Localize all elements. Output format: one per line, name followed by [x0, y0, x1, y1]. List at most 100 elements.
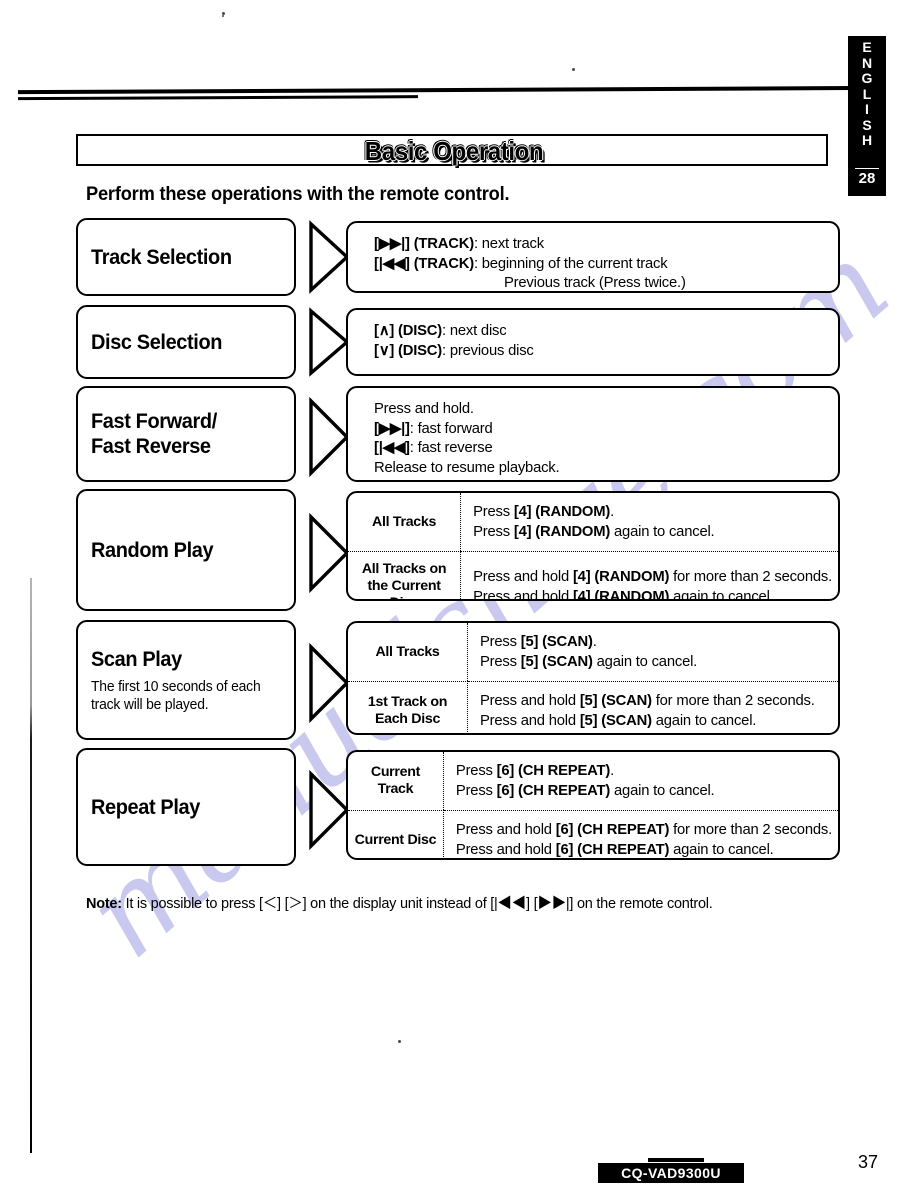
table-row: 1st Track on Each Disc Press and hold [5] …: [348, 681, 838, 733]
operation-detail-box: [∧] (DISC): next disc [∨] (DISC): previou…: [346, 308, 840, 376]
detail-line: [|◀◀]: fast reverse: [374, 440, 493, 456]
operation-row: Repeat Play Current Track Press [6] (CH RE…: [76, 748, 840, 866]
operation-label-box: Track Selection: [76, 218, 296, 296]
model-badge: CQ-VAD9300U: [598, 1163, 744, 1183]
mode-label-cell: All Tracks: [348, 493, 462, 551]
operation-detail-lines: Press and hold. [▶▶|]: fast forward [|◀◀]:…: [348, 388, 838, 480]
mode-label-line: All Tracks: [372, 513, 437, 530]
operation-title: Disc Selection: [91, 330, 272, 355]
mode-label-line: Current Disc: [354, 831, 437, 848]
page-title: Basic Operation: [364, 136, 544, 166]
detail-line: [|◀◀] (TRACK): beginning of the current …: [374, 255, 668, 272]
table-row: Current Track Press [6] (CH REPEAT). Press…: [348, 752, 838, 810]
operation-title-line: Fast Reverse: [91, 435, 211, 458]
note-line: Note: It is possible to press [＜] [＞] on…: [86, 892, 713, 913]
header-divider-rule: [17, 85, 878, 108]
instruction-line: Press and hold [4] (RANDOM) again to can…: [473, 588, 774, 601]
operation-row: Random Play All Tracks Press [4] (RANDOM).…: [76, 489, 840, 611]
instruction-line: Press and hold [5] (SCAN) for more than …: [480, 693, 815, 709]
language-side-tab: E N G L I S H 28: [848, 36, 886, 196]
language-letter: H: [861, 132, 873, 148]
language-letter: L: [862, 85, 872, 102]
instruction-line: Press [5] (SCAN) again to cancel.: [480, 654, 698, 670]
instruction-line: Press [5] (SCAN).: [480, 634, 597, 650]
operation-row: Disc Selection [∧] (DISC): next disc [∨] (…: [76, 305, 840, 379]
mode-instructions-cell: Press [4] (RANDOM). Press [4] (RANDOM) ag…: [461, 493, 838, 551]
table-row: All Tracks Press [4] (RANDOM). Press [4] (…: [348, 493, 838, 551]
table-row: All Tracks Press [5] (SCAN). Press [5] (SC…: [348, 623, 838, 681]
operation-row: Scan Play The first 10 seconds of each tr…: [76, 620, 840, 740]
instruction-line: Press and hold [5] (SCAN) again to cance…: [480, 713, 757, 729]
language-letter: G: [861, 70, 873, 86]
page-number: 37: [858, 1152, 879, 1172]
operation-label-box: Repeat Play: [76, 748, 296, 866]
operation-label-box: Fast Forward/Fast Reverse: [76, 386, 296, 482]
intro-text: Perform these operations with the remote…: [86, 184, 510, 205]
operation-title: Scan Play: [91, 647, 272, 672]
operation-detail-table: All Tracks Press [4] (RANDOM). Press [4] (…: [348, 493, 838, 601]
operation-title: Fast Forward/Fast Reverse: [91, 409, 272, 459]
operation-title-line: Fast Forward/: [91, 410, 217, 433]
note-text: It is possible to press [＜] [＞] on the d…: [121, 896, 713, 912]
mode-label-line: Current Track: [370, 764, 421, 797]
scan-speck: [572, 68, 575, 71]
operation-title-line: Repeat Play: [91, 795, 200, 819]
operation-detail-box: All Tracks Press [5] (SCAN). Press [5] (SC…: [346, 621, 840, 735]
language-letter: E: [862, 39, 872, 55]
operation-subtitle: The first 10 seconds of each track will …: [91, 678, 261, 713]
mode-instructions-cell: Press [6] (CH REPEAT). Press [6] (CH REPE…: [444, 752, 838, 810]
detail-line: Press and hold.: [374, 401, 474, 417]
detail-line: [∨] (DISC): previous disc: [374, 342, 534, 359]
mode-label-cell: Current Track: [348, 752, 444, 810]
operation-title-line: Scan Play: [91, 647, 182, 671]
mode-instructions-cell: Press and hold [4] (RANDOM) for more tha…: [461, 551, 838, 601]
detail-line: [▶▶|]: fast forward: [374, 420, 493, 437]
mode-label-cell: All Tracks: [348, 623, 468, 681]
instruction-line: Press and hold [4] (RANDOM) for more tha…: [473, 568, 832, 585]
language-tab-letters: E N G L I S H: [848, 39, 886, 149]
detail-line: [▶▶|] (TRACK): next track: [374, 236, 544, 252]
operation-label-box: Random Play: [76, 489, 296, 611]
operation-detail-box: All Tracks Press [4] (RANDOM). Press [4] (…: [346, 491, 840, 601]
language-letter: I: [865, 101, 869, 117]
operation-title-line: Track Selection: [91, 245, 232, 269]
operation-detail-table: All Tracks Press [5] (SCAN). Press [5] (SC…: [348, 623, 838, 733]
language-letter: N: [861, 54, 873, 71]
mode-label-line: Each Disc: [374, 711, 441, 727]
detail-line: [∧] (DISC): next disc: [374, 323, 507, 339]
mode-label-line: 1st Track on: [367, 694, 448, 710]
operation-title: Repeat Play: [91, 795, 272, 820]
instruction-line: Press [6] (CH REPEAT) again to cancel.: [455, 783, 715, 799]
mode-label-line: the Current Disc: [367, 578, 441, 599]
operation-detail-box: Press and hold. [▶▶|]: fast forward [|◀◀]:…: [346, 386, 840, 482]
mode-instructions-cell: Press [5] (SCAN). Press [5] (SCAN) again …: [468, 623, 838, 681]
operation-row: Track Selection [▶▶|] (TRACK): next track…: [76, 218, 840, 296]
instruction-line: Press [6] (CH REPEAT).: [455, 763, 615, 779]
header-rule-upper: [17, 85, 876, 95]
instruction-line: Press and hold [6] (CH REPEAT) again to …: [455, 842, 774, 858]
mode-label-line: All Tracks on: [361, 561, 447, 577]
instruction-line: Press and hold [6] (CH REPEAT) for more …: [455, 822, 832, 838]
operation-title: Random Play: [91, 538, 272, 563]
operation-detail-lines: [▶▶|] (TRACK): next track [|◀◀] (TRACK): …: [348, 223, 838, 291]
note-label: Note:: [86, 896, 122, 912]
operation-title: Track Selection: [91, 245, 272, 270]
detail-line: Release to resume playback.: [374, 459, 560, 476]
scan-speck: [398, 1040, 401, 1043]
header-rule-lower: [17, 95, 419, 101]
operation-detail-table: Current Track Press [6] (CH REPEAT). Press…: [348, 752, 838, 858]
instruction-line: Press [4] (RANDOM).: [473, 504, 615, 520]
operation-label-box: Scan Play The first 10 seconds of each tr…: [76, 620, 296, 740]
operation-title-line: Random Play: [91, 538, 214, 562]
mode-label-cell: All Tracks onthe Current Disc: [348, 551, 462, 599]
operation-row: Fast Forward/Fast Reverse Press and hold.…: [76, 386, 840, 482]
operation-detail-box: Current Track Press [6] (CH REPEAT). Press…: [346, 750, 840, 860]
operation-detail-box: [▶▶|] (TRACK): next track [|◀◀] (TRACK): …: [346, 221, 840, 293]
page-edge-rule: [30, 578, 32, 1153]
instruction-line: Press [4] (RANDOM) again to cancel.: [473, 524, 715, 540]
language-letter: S: [862, 116, 872, 133]
mode-label-cell: 1st Track on Each Disc: [348, 681, 468, 733]
mode-instructions-cell: Press and hold [6] (CH REPEAT) for more …: [443, 810, 838, 858]
mode-instructions-cell: Press and hold [5] (SCAN) for more than …: [468, 681, 838, 733]
detail-line: Previous track (Press twice.): [504, 275, 686, 291]
